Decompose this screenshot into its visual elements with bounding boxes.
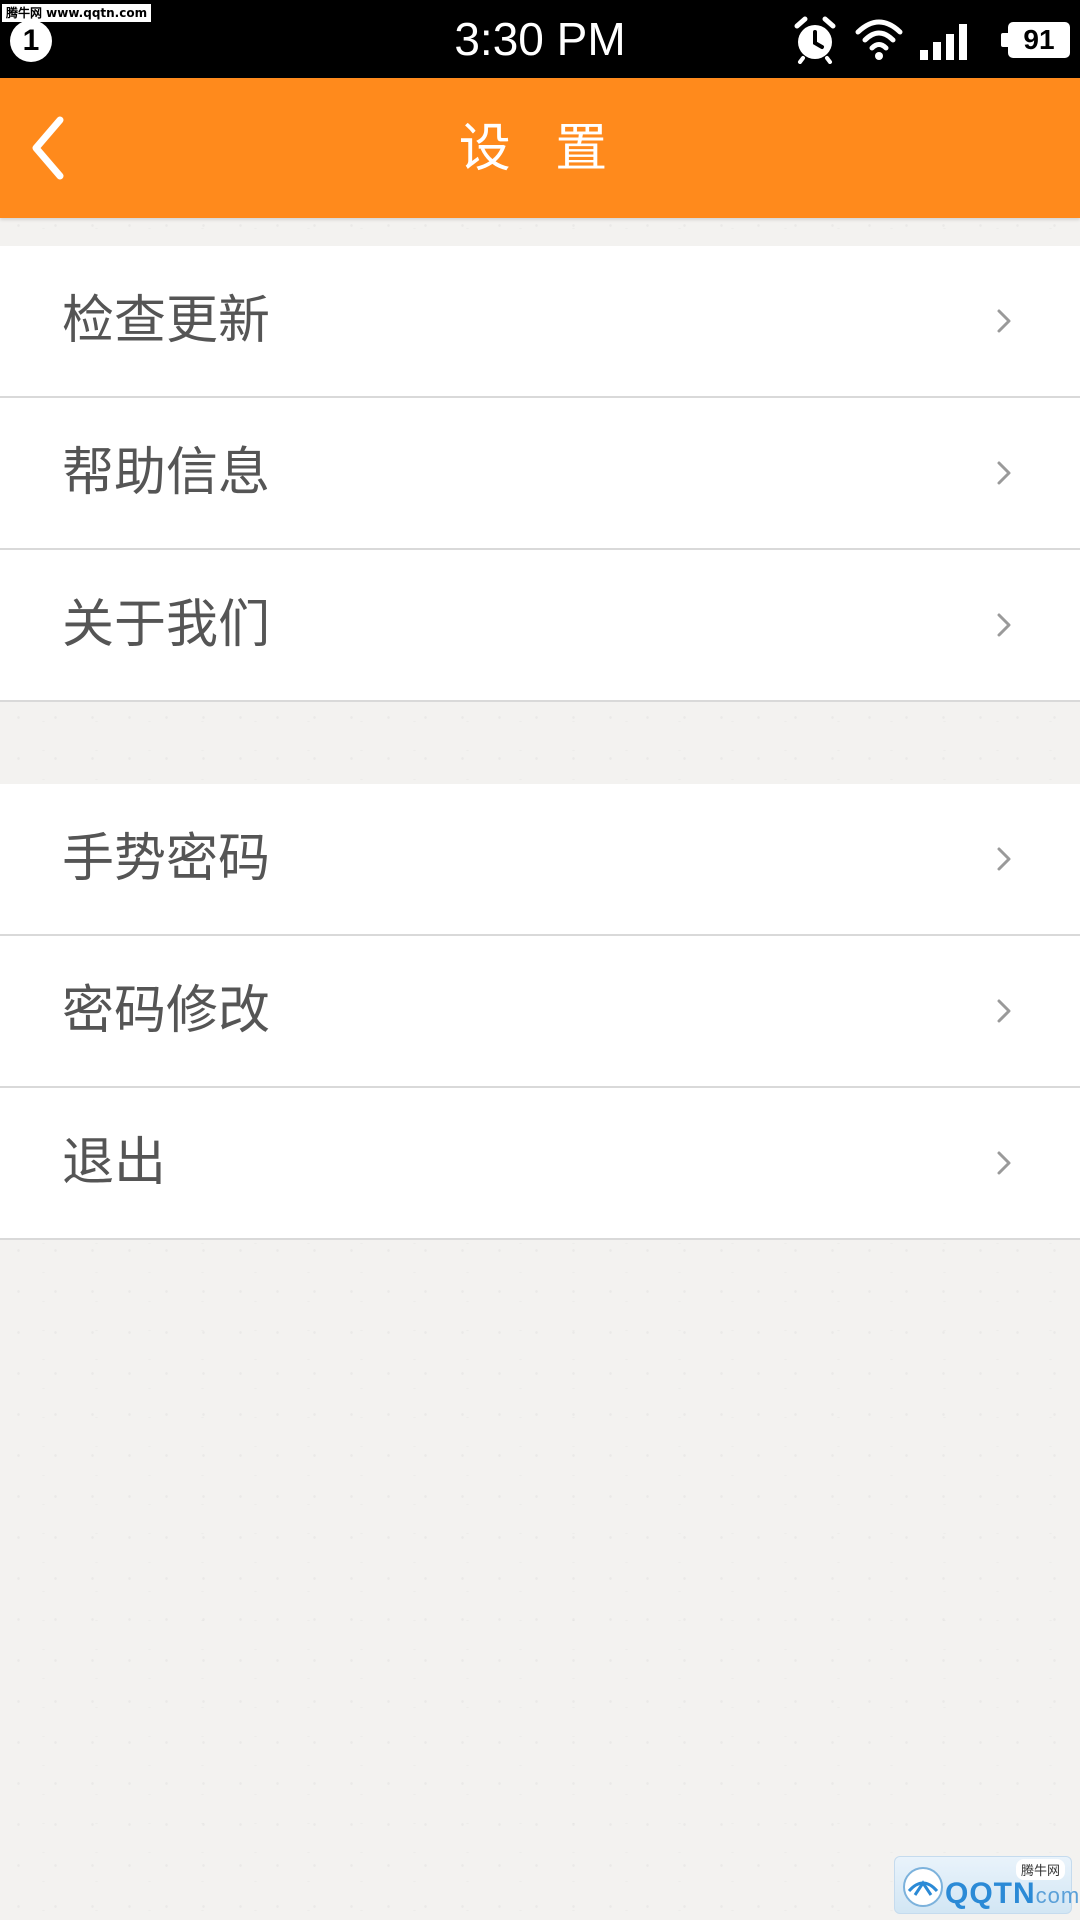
chevron-right-icon — [997, 309, 1011, 333]
watermark-brand: QQTNcom — [945, 1877, 1080, 1911]
row-help-info[interactable]: 帮助信息 — [0, 398, 1080, 550]
row-label: 帮助信息 — [62, 443, 271, 503]
page-title: 设 置 — [458, 119, 622, 179]
battery-icon: 91 — [1001, 22, 1070, 58]
row-label: 密码修改 — [62, 981, 271, 1041]
status-bar: 腾牛网 www.qqtn.com 1 3:30 PM 91 — [0, 0, 1080, 78]
row-about-us[interactable]: 关于我们 — [0, 550, 1080, 702]
row-label: 退出 — [62, 1133, 167, 1193]
app-header: 设 置 — [0, 78, 1080, 218]
chevron-right-icon — [997, 999, 1011, 1023]
settings-group-security: 手势密码 密码修改 退出 — [0, 784, 1080, 1240]
chevron-right-icon — [997, 461, 1011, 485]
settings-group-general: 检查更新 帮助信息 关于我们 — [0, 246, 1080, 702]
chevron-right-icon — [997, 1151, 1011, 1175]
watermark-suffix: com — [1035, 1883, 1080, 1908]
chevron-right-icon — [997, 847, 1011, 871]
row-label: 手势密码 — [62, 829, 271, 889]
row-label: 检查更新 — [62, 291, 271, 351]
watermark-bottom: QQTNcom 腾牛网 — [894, 1856, 1079, 1914]
watermark-brand-text: QQTN — [945, 1877, 1036, 1910]
status-icons: 91 — [790, 14, 1070, 64]
row-logout[interactable]: 退出 — [0, 1088, 1080, 1240]
row-label: 关于我们 — [62, 595, 271, 655]
signal-icon — [920, 24, 967, 60]
row-change-password[interactable]: 密码修改 — [0, 936, 1080, 1088]
watermark-tag: 腾牛网 — [1015, 1859, 1065, 1880]
watermark-logo-icon — [903, 1867, 943, 1907]
alarm-icon — [794, 16, 836, 64]
row-check-update[interactable]: 检查更新 — [0, 246, 1080, 398]
wifi-icon — [855, 19, 903, 60]
chevron-right-icon — [997, 613, 1011, 637]
row-gesture-password[interactable]: 手势密码 — [0, 784, 1080, 936]
